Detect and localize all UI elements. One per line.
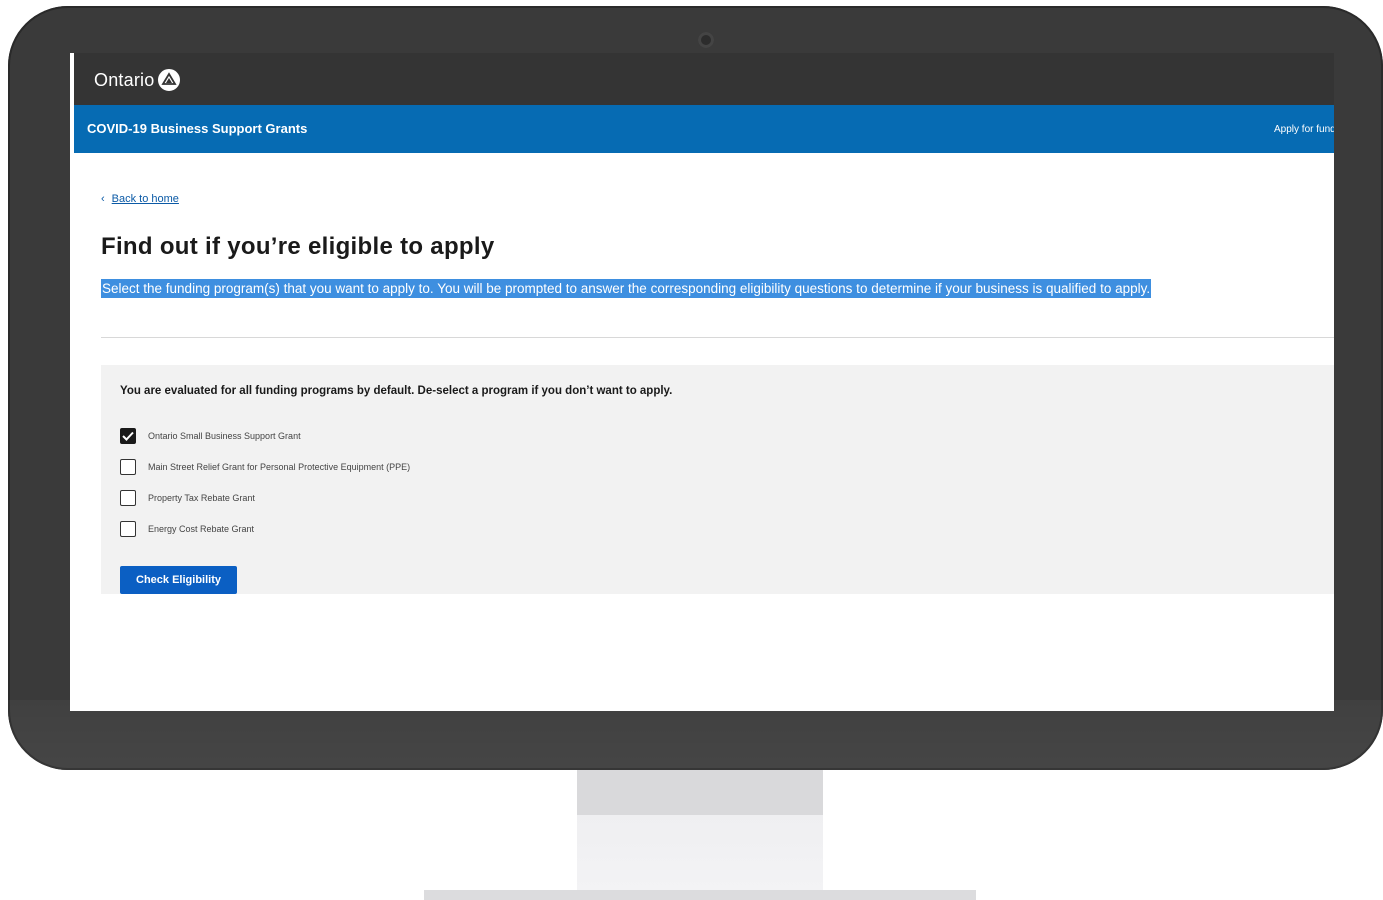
option-label: Property Tax Rebate Grant <box>148 493 255 503</box>
checkbox-main-street-ppe[interactable] <box>120 459 136 475</box>
monitor-stand <box>577 770 823 890</box>
option-main-street-ppe[interactable]: Main Street Relief Grant for Personal Pr… <box>120 459 410 475</box>
back-to-home-link[interactable]: ‹ Back to home <box>101 193 179 205</box>
selection-note: You are evaluated for all funding progra… <box>120 385 673 397</box>
program-title[interactable]: COVID-19 Business Support Grants <box>87 121 307 136</box>
intro-text: Select the funding program(s) that you w… <box>101 279 1152 298</box>
ontario-logo[interactable]: Ontario <box>94 69 181 91</box>
monitor-base <box>424 890 976 900</box>
option-small-business-support[interactable]: Ontario Small Business Support Grant <box>120 428 301 444</box>
back-link-label: Back to home <box>111 193 179 205</box>
webcam-icon <box>698 32 714 48</box>
checkbox-small-business-support[interactable] <box>120 428 136 444</box>
apply-for-funding-link[interactable]: Apply for funding <box>1274 124 1334 135</box>
divider <box>101 337 1334 338</box>
program-selection-panel: You are evaluated for all funding progra… <box>101 365 1334 594</box>
top-bar: Ontario <box>74 53 1334 105</box>
checkmark-icon <box>122 431 134 441</box>
checkbox-energy-cost-rebate[interactable] <box>120 521 136 537</box>
option-label: Energy Cost Rebate Grant <box>148 524 255 534</box>
checkbox-property-tax-rebate[interactable] <box>120 490 136 506</box>
option-energy-cost-rebate[interactable]: Energy Cost Rebate Grant <box>120 521 254 537</box>
program-header: COVID-19 Business Support Grants Apply f… <box>74 105 1334 153</box>
option-property-tax-rebate[interactable]: Property Tax Rebate Grant <box>120 490 255 506</box>
screen: Ontario COVID-19 Business Support Grants… <box>70 53 1334 711</box>
brand-name: Ontario <box>94 69 155 90</box>
trillium-icon <box>158 69 181 91</box>
page-title: Find out if you’re eligible to apply <box>101 233 495 260</box>
check-eligibility-button[interactable]: Check Eligibility <box>120 566 237 594</box>
option-label: Ontario Small Business Support Grant <box>148 431 301 441</box>
chevron-left-icon: ‹ <box>101 193 105 205</box>
option-label: Main Street Relief Grant for Personal Pr… <box>148 462 411 472</box>
